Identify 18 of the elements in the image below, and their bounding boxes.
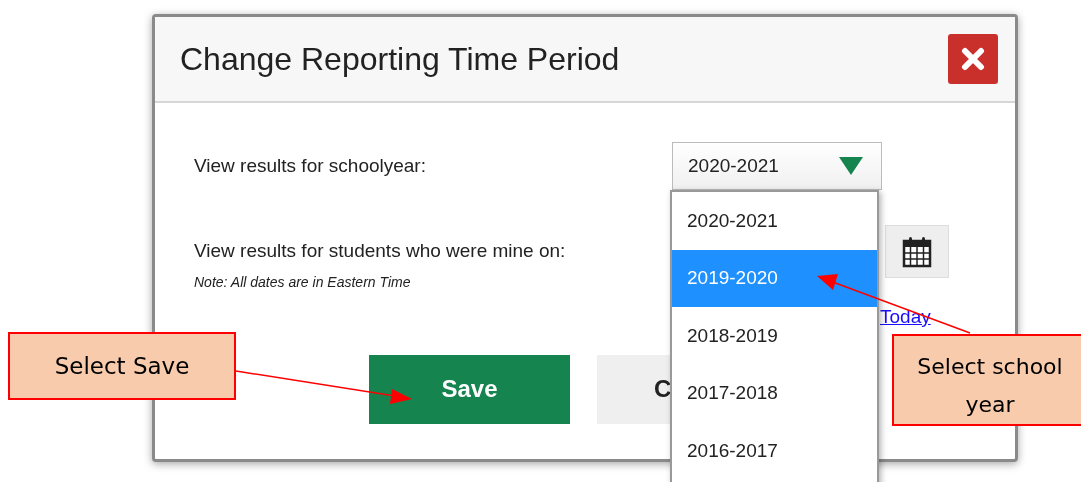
callout-box: Select Save [8,332,236,400]
today-link[interactable]: Today [880,303,931,332]
field-label: View results for students who were mine on: [194,239,567,264]
close-button[interactable] [948,34,998,84]
dialog-title: Change Reporting Time Period [180,40,620,79]
dropdown-option[interactable]: 2016-2017 [672,422,877,480]
caret-icon [839,157,863,175]
note-text: Note: All dates are in Eastern Time [194,273,411,292]
callout-box: Select school year [892,334,1081,426]
close-icon [961,47,985,71]
calendar-button[interactable] [885,225,949,278]
save-button[interactable]: Save [369,354,570,424]
field-label: View results for schoolyear: [194,153,427,178]
schoolyear-select[interactable]: 2020-2021 [672,142,882,190]
dropdown-option[interactable]: 2020-2021 [672,192,877,250]
dropdown-option[interactable]: 2017-2018 [672,364,877,422]
dropdown-option[interactable]: 2018-2019 [672,307,877,365]
calendar-icon [902,235,932,268]
